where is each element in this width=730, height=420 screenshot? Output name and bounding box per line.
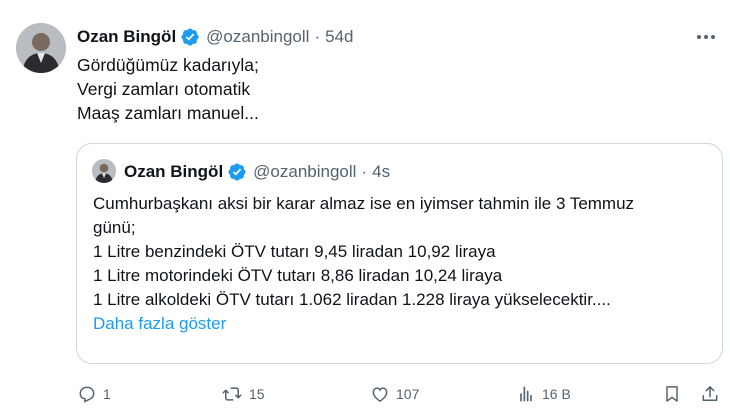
share-button[interactable] [700, 379, 720, 409]
reply-icon [77, 384, 97, 404]
like-count: 107 [396, 386, 420, 402]
quote-body: Cumhurbaşkanı aksi bir karar almaz ise e… [93, 192, 634, 336]
quote-author-name: Ozan Bingöl [124, 162, 224, 181]
verified-badge-icon [180, 27, 200, 47]
heart-icon [370, 384, 390, 404]
quote-header: Ozan Bingöl @ozanbingoll · 4s [124, 161, 390, 183]
quote-author-handle: @ozanbingoll [253, 162, 357, 181]
quote-line: günü; [93, 218, 136, 237]
views-chart-icon [516, 384, 536, 404]
tweet-time[interactable]: 54d [325, 27, 353, 47]
tweet-header: Ozan Bingöl @ozanbingoll · 54d [77, 26, 354, 48]
bookmark-icon [662, 384, 682, 404]
author-name[interactable]: Ozan Bingöl [77, 27, 176, 47]
quote-line: 1 Litre benzindeki ÖTV tutarı 9,45 lirad… [93, 242, 496, 261]
quote-line: 1 Litre motorindeki ÖTV tutarı 8,86 lira… [93, 266, 503, 285]
tweet-line: Vergi zamları otomatik [77, 79, 251, 99]
quoted-tweet[interactable]: Ozan Bingöl @ozanbingoll · 4s Cumhurbaşk… [76, 143, 723, 364]
tweet-line: Gördüğümüz kadarıyla; [77, 55, 259, 75]
quote-header-separator: · [361, 162, 368, 181]
like-button[interactable]: 107 [370, 379, 419, 409]
action-bar: 1 15 107 16 B [0, 379, 730, 409]
retweet-count: 15 [249, 386, 265, 402]
retweet-button[interactable]: 15 [221, 379, 265, 409]
author-handle[interactable]: @ozanbingoll [206, 27, 309, 47]
views-button[interactable]: 16 B [516, 379, 571, 409]
quote-author-avatar [92, 159, 116, 183]
more-options-icon[interactable] [693, 26, 719, 48]
reply-count: 1 [103, 386, 111, 402]
reply-button[interactable]: 1 [77, 379, 111, 409]
share-icon [700, 384, 720, 404]
header-separator: · [314, 27, 321, 46]
quote-time: 4s [372, 162, 391, 181]
author-avatar[interactable] [16, 23, 66, 73]
quote-line: Cumhurbaşkanı aksi bir karar almaz ise e… [93, 194, 635, 213]
retweet-icon [221, 384, 243, 404]
quote-line: 1 Litre alkoldeki ÖTV tutarı 1.062 lirad… [93, 290, 611, 309]
tweet-line: Maaş zamları manuel... [77, 103, 259, 123]
show-more-link[interactable]: Daha fazla göster [93, 312, 634, 336]
bookmark-button[interactable] [662, 379, 682, 409]
tweet-body: Gördüğümüz kadarıyla; Vergi zamları otom… [77, 53, 259, 125]
views-count: 16 B [542, 386, 571, 402]
verified-badge-icon [227, 162, 247, 182]
